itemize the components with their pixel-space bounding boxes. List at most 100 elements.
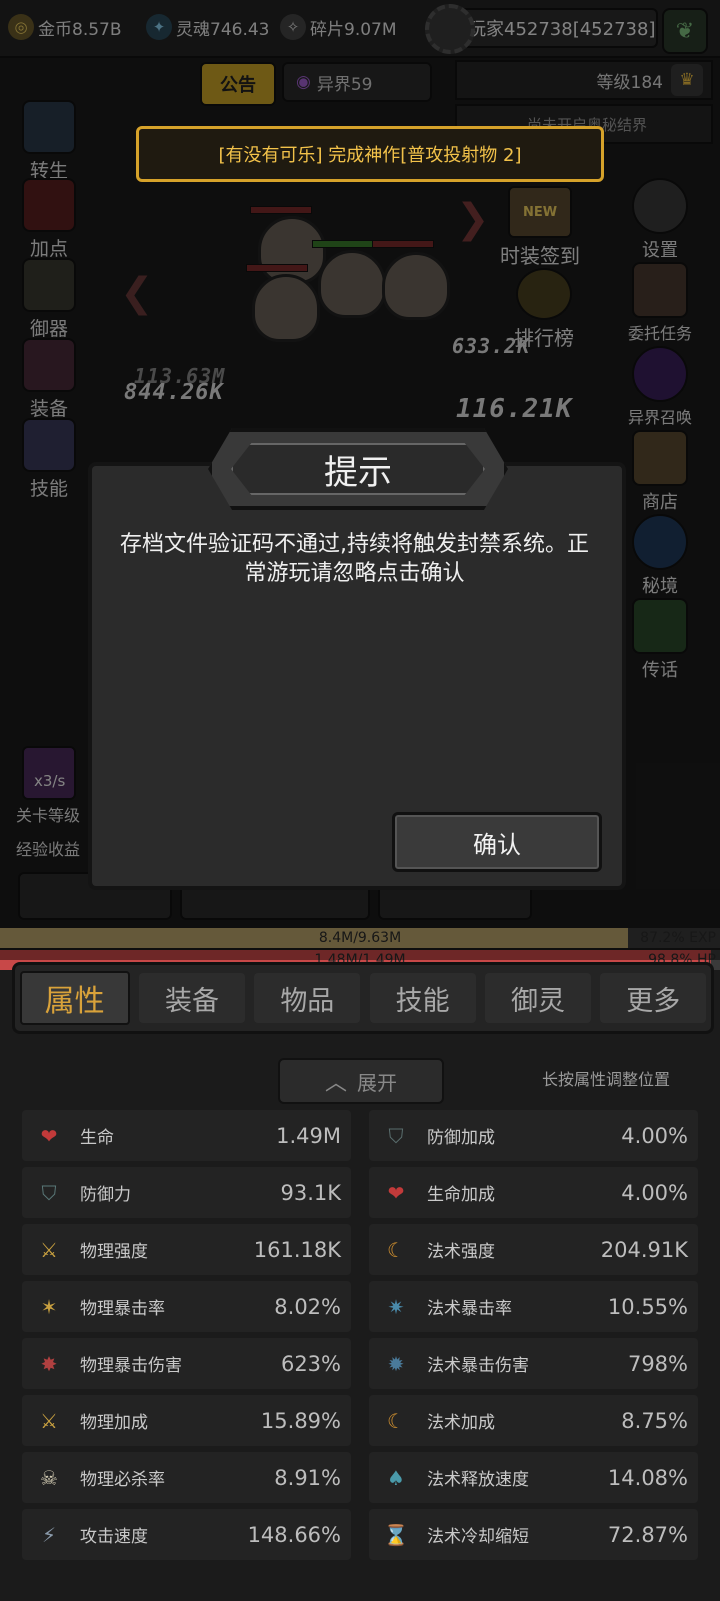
menu-commission[interactable]: 委托任务 [620,262,700,344]
magic-dmg-icon: ✹ [387,1351,405,1376]
menu-equipment[interactable]: 装备 [14,338,84,421]
stat-row[interactable]: ☠ 物理必杀率 8.91% [22,1452,351,1503]
stat-row[interactable]: ❤ 生命 1.49M [22,1110,351,1161]
stat-row[interactable]: ⛉ 防御加成 4.00% [369,1110,698,1161]
menu-summon[interactable]: 异界召唤 [620,346,700,428]
tab-equipment[interactable]: 装备 [138,973,245,1023]
stat-row[interactable]: ☾ 法术加成 8.75% [369,1395,698,1446]
stat-name: 防御力 [80,1185,131,1205]
monster [252,274,320,342]
shield-icon: ⛉ [41,1180,57,1205]
stat-row[interactable]: ✷ 法术暴击率 10.55% [369,1281,698,1332]
confirm-button[interactable]: 确认 [392,812,602,872]
chevron-up-icon: ︿ [324,1071,347,1096]
damage-number: 633.2K [452,334,531,358]
stat-value: 72.87% [607,1522,688,1547]
next-arrow-icon[interactable]: ❯ [456,196,490,242]
stat-row[interactable]: ⚔ 物理加成 15.89% [22,1395,351,1446]
damage-number: 844.26K [124,380,224,405]
stat-name: 法术冷却缩短 [427,1527,529,1547]
menu-points[interactable]: 加点 [14,178,84,261]
soul-counter: ✦ 灵魂746.43 [146,12,269,42]
monster-hp-bar [372,240,434,248]
stat-value: 8.75% [621,1408,688,1433]
tab-more[interactable]: 更多 [600,973,707,1023]
stat-row[interactable]: ✶ 物理暴击率 8.02% [22,1281,351,1332]
stat-value: 623% [280,1351,341,1376]
portal-icon [632,346,688,402]
stat-row[interactable]: ☾ 法术强度 204.91K [369,1224,698,1275]
level-display: 等级184 ♛ [455,60,713,100]
menu-settings-label: 设置 [642,240,678,261]
trophy-icon [516,268,572,320]
gold-value: 金币8.57B [38,19,122,40]
prev-arrow-icon[interactable]: ❮ [120,270,154,316]
stat-row[interactable]: ⌛ 法术冷却缩短 72.87% [369,1509,698,1560]
costume-signin-button[interactable]: NEW 时装签到 [500,186,580,269]
exp-gain-label: 经验收益 [16,840,81,859]
panel-tabs: 属性 装备 物品 技能 御灵 更多 [12,962,714,1034]
tab-attributes[interactable]: 属性 [19,971,130,1025]
exp-bar: 8.4M/9.63M 87.2% EXP [0,928,720,948]
stat-value: 93.1K [280,1180,341,1205]
stat-value: 4.00% [621,1123,688,1148]
shield-plus-icon: ⛉ [388,1123,404,1148]
tab-spirits[interactable]: 御灵 [484,973,591,1023]
stat-row[interactable]: ❤ 生命加成 4.00% [369,1167,698,1218]
stat-name: 生命 [80,1128,114,1148]
stat-row[interactable]: ♠ 法术释放速度 14.08% [369,1452,698,1503]
shard-value: 碎片9.07M [310,19,397,40]
crit-icon: ✶ [40,1294,58,1319]
scroll-icon [22,418,76,472]
dialog-title: 提示 [231,443,485,495]
realm-tab[interactable]: ◉ 异界59 [282,62,432,102]
menu-shop[interactable]: 商店 [620,430,700,514]
stat-row[interactable]: ✸ 物理暴击伤害 623% [22,1338,351,1389]
shard-counter: ✧ 碎片9.07M [280,12,397,42]
notice-tab[interactable]: 公告 [200,62,276,106]
stat-row[interactable]: ⚔ 物理强度 161.18K [22,1224,351,1275]
stat-row[interactable]: ⚡ 攻击速度 148.66% [22,1509,351,1560]
monster-hp-bar [250,206,312,214]
leaf-icon[interactable]: ❦ [662,8,708,54]
tab-skills[interactable]: 技能 [369,973,476,1023]
gold-counter: ◎ 金币8.57B [8,12,122,42]
stat-row[interactable]: ⛉ 防御力 93.1K [22,1167,351,1218]
menu-skills[interactable]: 技能 [14,418,84,501]
expand-button[interactable]: ︿ 展开 [278,1058,444,1104]
soul-icon: ✦ [146,14,172,40]
stat-value: 4.00% [621,1180,688,1205]
stat-name: 物理加成 [80,1413,148,1433]
stat-value: 204.91K [600,1237,688,1262]
stat-name: 防御加成 [427,1128,495,1148]
stat-name: 法术暴击率 [427,1299,512,1319]
hourglass-icon: ⌛ [383,1522,409,1547]
monster-hp-bar [312,240,374,248]
stat-value: 1.49M [276,1123,341,1148]
menu-settings[interactable]: 设置 [620,178,700,262]
announcement-banner: [有没有可乐] 完成神作[普攻投射物 2] [136,126,604,182]
menu-message[interactable]: 传话 [620,598,700,682]
menu-commission-label: 委托任务 [627,324,692,343]
shop-bag-icon [632,430,688,486]
stat-name: 生命加成 [427,1185,495,1205]
menu-rebirth[interactable]: 转生 [14,100,84,183]
menu-equipment-label: 装备 [29,398,68,420]
stat-row[interactable]: ✹ 法术暴击伤害 798% [369,1338,698,1389]
settings-gear-icon [632,178,688,234]
speed-multiplier: x3/s [34,772,66,790]
tab-items[interactable]: 物品 [254,973,361,1023]
orb-icon [632,514,688,570]
sword-up-icon: ⚔ [40,1408,58,1433]
dialog-title-frame: 提示 [208,428,508,510]
player-name[interactable]: 玩家452738[452738] [458,8,658,48]
stat-name: 物理暴击伤害 [80,1356,182,1376]
crown-icon: ♛ [671,64,703,96]
menu-weapon[interactable]: 御器 [14,258,84,341]
mushroom-icon: ♠ [387,1465,405,1490]
reorder-hint: 长按属性调整位置 [541,1070,670,1089]
realm-label: 异界59 [316,74,373,95]
menu-secret[interactable]: 秘境 [620,514,700,598]
expand-label: 展开 [357,1070,397,1095]
sword-icon: ⚔ [40,1237,58,1262]
